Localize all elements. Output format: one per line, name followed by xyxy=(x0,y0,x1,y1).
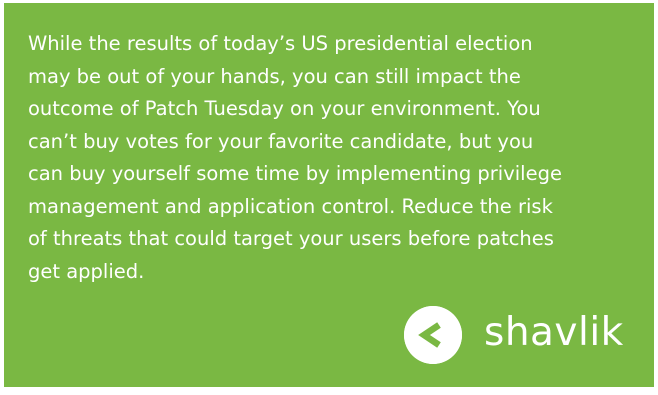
brand-name: shavlik xyxy=(484,309,624,355)
shavlik-chevron-logo-icon xyxy=(404,306,462,364)
brand-logo: shavlik xyxy=(404,305,624,365)
promo-message: While the results of today’s US presiden… xyxy=(28,32,562,283)
promo-card: While the results of today’s US presiden… xyxy=(4,3,654,387)
bottom-margin xyxy=(0,387,658,395)
